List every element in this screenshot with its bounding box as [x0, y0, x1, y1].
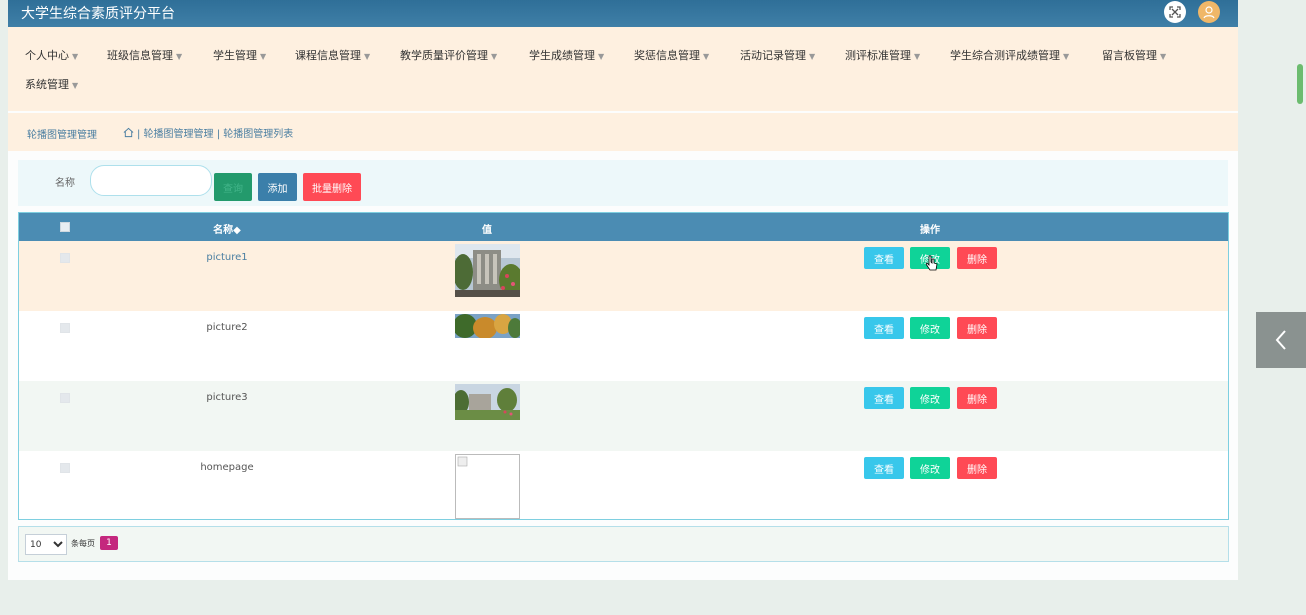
data-table: 名称◆ 值 操作 picture1 查看 修改 删除 [18, 212, 1229, 520]
nav-label: 学生管理 [213, 49, 257, 62]
page-scrollbar[interactable] [1297, 64, 1303, 104]
caret-down-icon: ▼ [914, 52, 921, 61]
edit-button[interactable]: 修改 [910, 317, 950, 339]
nav-label: 课程信息管理 [295, 49, 361, 62]
nav-label: 活动记录管理 [740, 49, 806, 62]
table-row: picture1 查看 修改 删除 [19, 241, 1228, 311]
app-title: 大学生综合素质评分平台 [21, 6, 175, 22]
nav-item-class-info[interactable]: 班级信息管理 ▼ [107, 47, 182, 63]
view-button[interactable]: 查看 [864, 387, 904, 409]
page-size-select[interactable]: 10 [25, 534, 67, 555]
delete-button[interactable]: 删除 [957, 317, 997, 339]
column-header-name[interactable]: 名称◆ [213, 221, 241, 236]
add-button[interactable]: 添加 [258, 173, 297, 201]
caret-down-icon: ▼ [491, 52, 498, 61]
table-row: picture3 查看 修改 删除 [19, 381, 1228, 451]
broken-image-placeholder[interactable] [455, 454, 520, 519]
search-label: 名称 [55, 178, 75, 189]
breadcrumb: 轮播图管理管理 | 轮播图管理管理 | 轮播图管理列表 [8, 113, 1238, 151]
nav-label: 测评标准管理 [845, 49, 911, 62]
side-panel-toggle[interactable] [1256, 312, 1306, 368]
search-button[interactable]: 查询 [214, 173, 252, 201]
nav-item-standards[interactable]: 测评标准管理 ▼ [845, 47, 920, 63]
row-name: picture3 [206, 392, 248, 403]
per-page-label: 条每页 [71, 539, 95, 548]
mouse-cursor-icon [926, 255, 938, 271]
nav-item-teaching-eval[interactable]: 教学质量评价管理 ▼ [400, 47, 497, 63]
table-row: picture2 查看 修改 删除 [19, 311, 1228, 381]
nav-label: 学生成绩管理 [529, 49, 595, 62]
caret-down-icon: ▼ [72, 81, 79, 90]
nav-item-activities[interactable]: 活动记录管理 ▼ [740, 47, 815, 63]
caret-down-icon: ▼ [809, 52, 816, 61]
nav-label: 奖惩信息管理 [634, 49, 700, 62]
app-window: 大学生综合素质评分平台 个人中心 ▼ 班级信息管理 ▼ 学生管理 ▼ 课程信息管理 ▼ … [8, 0, 1238, 580]
caret-down-icon: ▼ [176, 52, 183, 61]
row-checkbox[interactable] [60, 463, 70, 473]
nav-label: 教学质量评价管理 [400, 49, 488, 62]
caret-down-icon: ▼ [364, 52, 371, 61]
view-button[interactable]: 查看 [864, 457, 904, 479]
breadcrumb-text[interactable]: | 轮播图管理管理 | 轮播图管理列表 [137, 125, 293, 140]
name-search-input[interactable] [90, 165, 212, 196]
nav-item-rewards[interactable]: 奖惩信息管理 ▼ [634, 47, 709, 63]
edit-button[interactable]: 修改 [910, 457, 950, 479]
main-nav: 个人中心 ▼ 班级信息管理 ▼ 学生管理 ▼ 课程信息管理 ▼ 教学质量评价管理 ▼ 学生… [8, 27, 1238, 111]
caret-down-icon: ▼ [1160, 52, 1167, 61]
pagination: 10 条每页 1 [18, 526, 1229, 562]
nav-item-system[interactable]: 系统管理 ▼ [25, 76, 78, 92]
row-checkbox[interactable] [60, 323, 70, 333]
delete-button[interactable]: 删除 [957, 247, 997, 269]
nav-item-grades[interactable]: 学生成绩管理 ▼ [529, 47, 604, 63]
caret-down-icon: ▼ [1063, 52, 1070, 61]
column-header-value: 值 [482, 225, 492, 236]
nav-item-comprehensive[interactable]: 学生综合测评成绩管理 ▼ [950, 47, 1069, 63]
thumbnail-image[interactable] [455, 384, 520, 420]
user-avatar-icon [1203, 6, 1215, 19]
page-title: 轮播图管理管理 [27, 130, 97, 141]
thumbnail-image[interactable] [455, 314, 520, 338]
caret-down-icon: ▼ [703, 52, 710, 61]
delete-button[interactable]: 删除 [957, 457, 997, 479]
select-all-checkbox[interactable] [60, 222, 70, 232]
nav-item-students[interactable]: 学生管理 ▼ [213, 47, 266, 63]
nav-label: 班级信息管理 [107, 49, 173, 62]
caret-down-icon: ▼ [598, 52, 605, 61]
row-checkbox[interactable] [60, 393, 70, 403]
caret-down-icon: ▼ [260, 52, 267, 61]
nav-label: 学生综合测评成绩管理 [950, 49, 1060, 62]
view-button[interactable]: 查看 [864, 247, 904, 269]
chevron-left-icon [1275, 330, 1286, 350]
nav-item-message-board[interactable]: 留言板管理 ▼ [1102, 47, 1166, 63]
top-header: 大学生综合素质评分平台 [8, 0, 1238, 27]
edit-button[interactable]: 修改 [910, 387, 950, 409]
search-panel: 名称 查询 添加 批量删除 [18, 160, 1228, 206]
fullscreen-button[interactable] [1164, 1, 1186, 23]
table-header: 名称◆ 值 操作 [19, 213, 1228, 241]
row-name: homepage [200, 462, 254, 473]
row-checkbox[interactable] [60, 253, 70, 263]
view-button[interactable]: 查看 [864, 317, 904, 339]
row-name: picture2 [206, 322, 248, 333]
thumbnail-image[interactable] [455, 244, 520, 297]
table-row: homepage 查看 修改 删除 [19, 451, 1228, 519]
nav-item-personal-center[interactable]: 个人中心 ▼ [25, 47, 78, 63]
page-number-button[interactable]: 1 [100, 536, 118, 550]
fullscreen-icon [1169, 6, 1181, 18]
nav-item-course-info[interactable]: 课程信息管理 ▼ [295, 47, 370, 63]
user-avatar-button[interactable] [1198, 1, 1220, 23]
caret-down-icon: ▼ [72, 52, 79, 61]
home-icon[interactable] [123, 127, 134, 138]
column-header-actions: 操作 [920, 225, 940, 236]
delete-button[interactable]: 删除 [957, 387, 997, 409]
breadcrumb-path: | 轮播图管理管理 | 轮播图管理列表 [123, 125, 293, 140]
nav-label: 留言板管理 [1102, 49, 1157, 62]
nav-label: 系统管理 [25, 78, 69, 91]
row-name: picture1 [206, 252, 248, 263]
nav-label: 个人中心 [25, 49, 69, 62]
batch-delete-button[interactable]: 批量删除 [303, 173, 361, 201]
